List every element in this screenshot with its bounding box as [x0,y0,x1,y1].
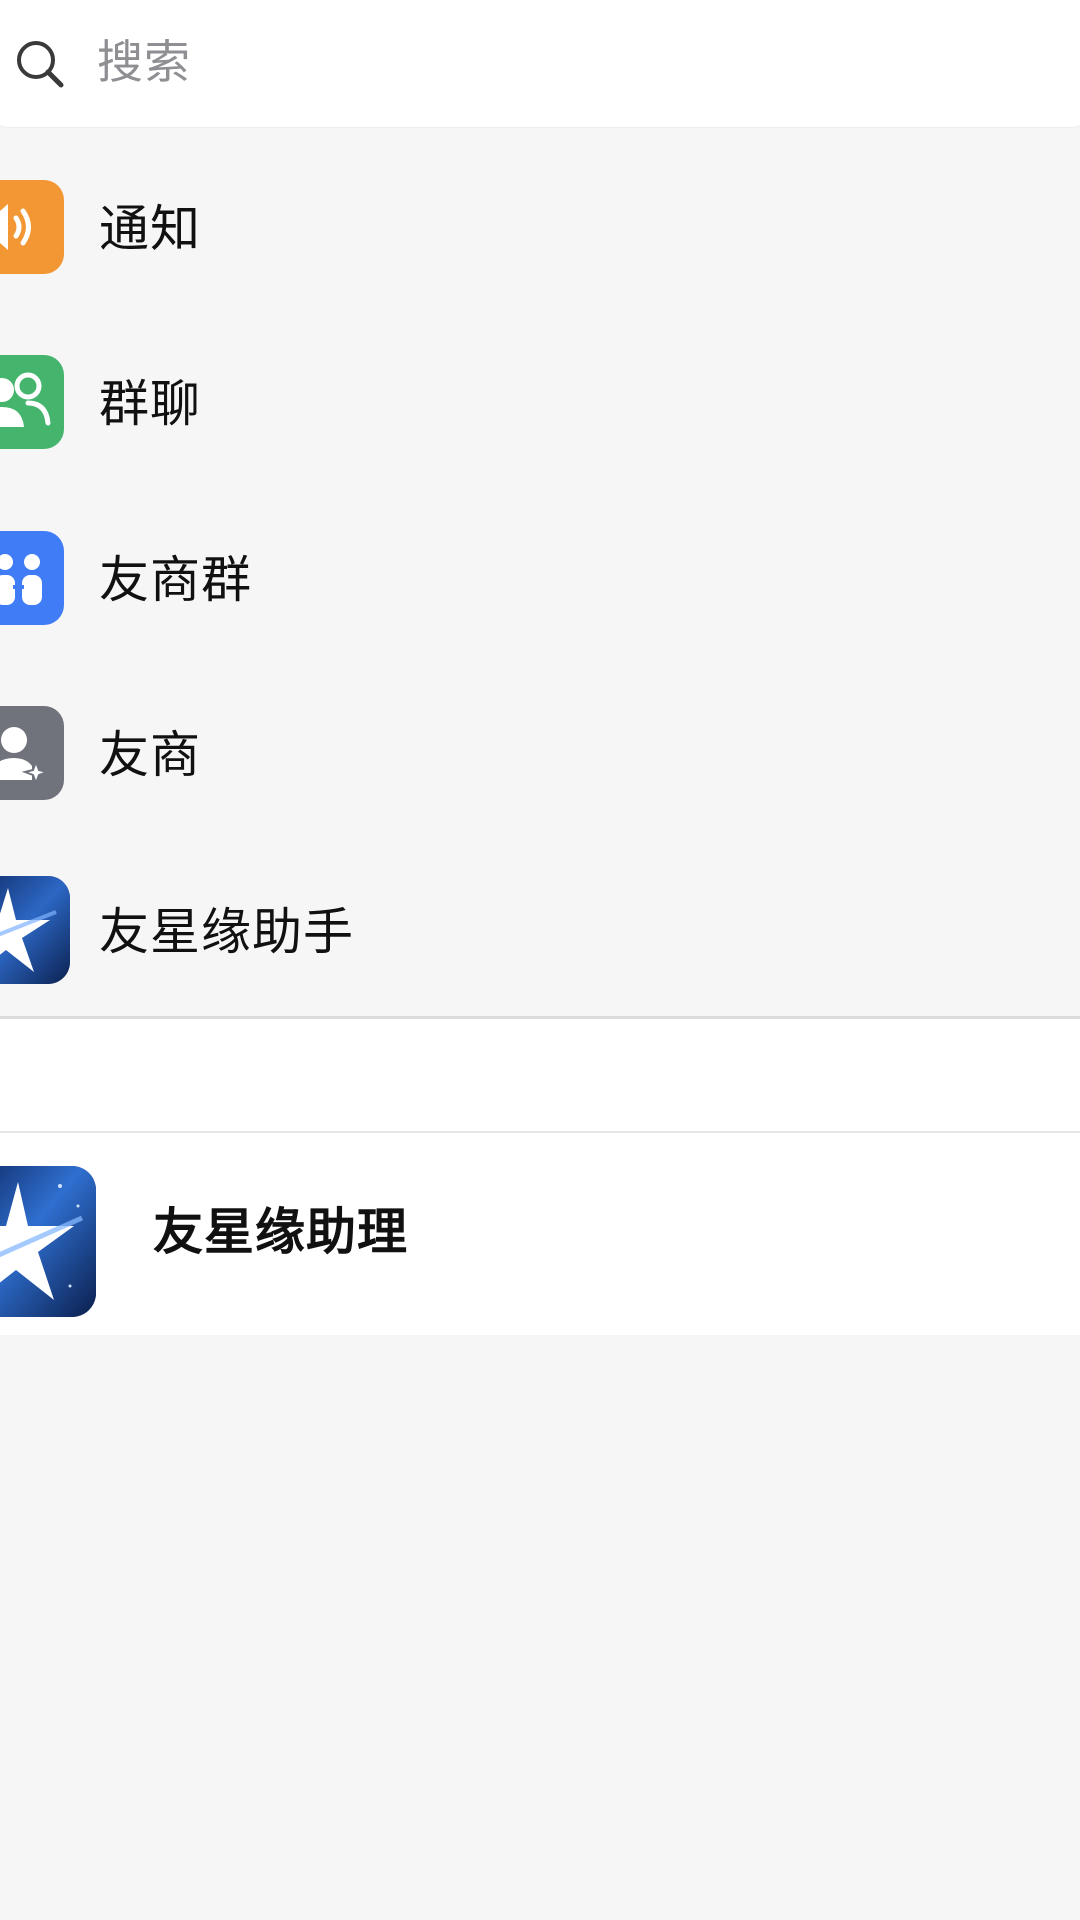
menu-item-label: 友星缘助手 [99,903,354,961]
partner-contact-icon [0,706,64,800]
menu-item-label: 通知 [99,200,201,258]
star-logo-icon [0,876,70,984]
menu-item-group-chat[interactable]: 群聊 [0,332,1080,472]
menu-item-label: 友商 [99,726,201,784]
contacts-screen: 搜索 通知 群聊 友商群 友商 友星缘助手 友星缘助理 [0,0,1080,1920]
search-input[interactable]: 搜索 [97,31,191,93]
assistant-section: 友星缘助理 [0,1019,1080,1335]
menu-item-notifications[interactable]: 通知 [0,157,1080,297]
assistant-row[interactable]: 友星缘助理 [0,1133,1080,1335]
star-logo-icon [0,1166,96,1317]
search-bar[interactable]: 搜索 [0,0,1080,127]
search-icon [13,37,67,91]
menu-item-partner[interactable]: 友商 [0,683,1080,823]
assistant-name: 友星缘助理 [153,1203,408,1261]
menu-item-label: 友商群 [99,551,252,609]
menu-item-label: 群聊 [99,375,201,433]
menu-item-partner-group[interactable]: 友商群 [0,508,1080,648]
group-chat-icon [0,355,64,449]
partner-group-icon [0,531,64,625]
menu-item-assistant-helper[interactable]: 友星缘助手 [0,860,1080,1000]
speaker-icon [0,180,64,274]
